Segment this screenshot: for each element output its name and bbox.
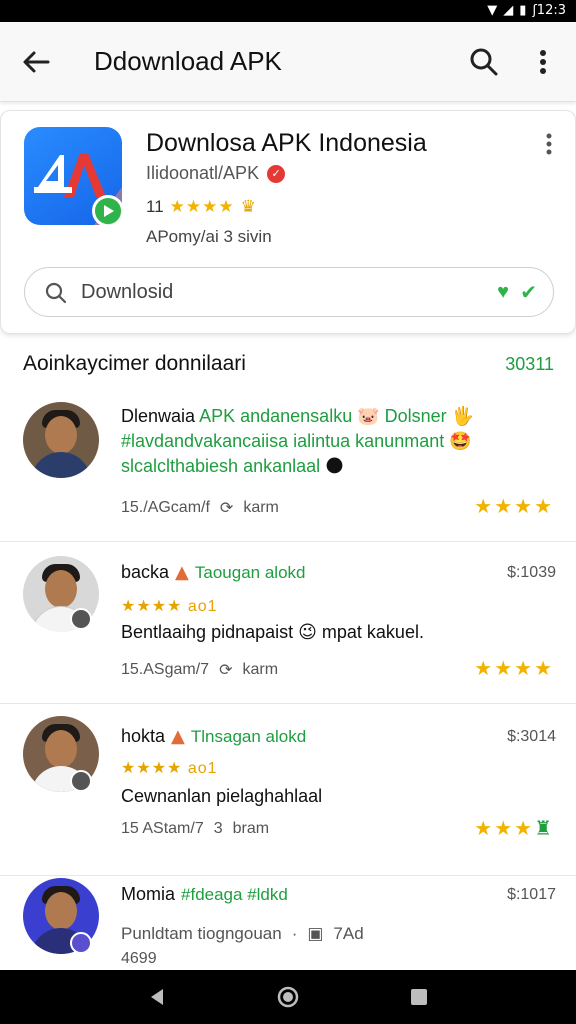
rating-value: 11 xyxy=(146,197,164,216)
review-sub: ★★★★ ao1 xyxy=(121,760,218,777)
review-date: 15.ASgam/7 xyxy=(121,661,210,678)
review-date: 15 AStam/7 xyxy=(121,820,204,837)
reviewer-name: hokta ▲ Tlnsagan alokd xyxy=(121,726,307,747)
developer-name: Ilidoonatl/APK xyxy=(146,163,260,183)
app-card[interactable]: Downlosa APK Indonesia Ilidoonatl/APK ✓ … xyxy=(0,110,576,334)
review-price: $:1017 xyxy=(507,886,556,903)
review-text: Punldtam tiogngouan xyxy=(121,924,282,943)
battery-icon: ▮ xyxy=(519,3,527,18)
app-rating: 11 ★★★★ ♛ xyxy=(146,197,256,217)
page-title: Ddownload APK xyxy=(94,46,282,76)
signal-icon: ◢ xyxy=(503,3,514,18)
reply-label[interactable]: bram xyxy=(233,820,269,838)
reply-icon[interactable]: 3 xyxy=(214,820,223,838)
review-item[interactable]: Dlenwaia APK andanensalku 🐷 Dolsner 🖐 #l… xyxy=(0,392,576,542)
more-vert-icon[interactable] xyxy=(528,44,558,80)
app-meta: APomy/ai 3 sivin xyxy=(146,227,272,246)
review-text: Dlenwaia APK andanensalku 🐷 Dolsner 🖐 #l… xyxy=(121,404,561,479)
section-title: Aoinkaycimer donnilaari xyxy=(23,352,246,375)
home-nav-icon[interactable] xyxy=(277,986,299,1008)
badge-icon xyxy=(70,770,92,792)
review-item[interactable]: hokta ▲ Tlnsagan alokd $:3014 ★★★★ ao1 C… xyxy=(0,704,576,876)
review-meta: 15.ASgam/7 ⟳ karm xyxy=(121,660,278,680)
reply-label[interactable]: karm xyxy=(243,499,279,517)
search-icon xyxy=(45,282,67,304)
arrow-left-icon[interactable] xyxy=(18,44,54,80)
avatar[interactable] xyxy=(23,402,99,478)
section-count[interactable]: 30311 xyxy=(505,354,554,375)
check-icon[interactable]: ✔ xyxy=(520,280,537,305)
review-line-2: #lavdandvakancaiisa ialintua kanunmant 🤩 xyxy=(121,431,472,451)
crown-icon: ♛ xyxy=(240,197,256,217)
review-line-3: slcalclthabiesh ankanlaal 🌑 xyxy=(121,456,344,477)
review-price: $:1039 xyxy=(507,564,556,581)
review-number: 4699 xyxy=(121,950,157,967)
heart-check-icon[interactable]: ♥ xyxy=(497,281,509,304)
app-bar: Ddownload APK xyxy=(0,22,576,102)
review-meta: 15./AGcam/f ⟳ karm xyxy=(121,498,279,518)
clock: ʃ12:3 xyxy=(532,3,566,18)
app-name: Downlosa APK Indonesia xyxy=(146,129,427,157)
review-meta: 15 AStam/7 3 bram xyxy=(121,820,269,838)
review-line-1: Dlenwaia APK andanensalku 🐷 Dolsner 🖐 xyxy=(121,406,475,426)
status-icons: ▼ ◢ ▮ ʃ12:3 xyxy=(487,3,566,18)
trophy-icon: ♜ xyxy=(534,818,554,840)
badge-icon xyxy=(70,608,92,630)
reviewer-name: backa ▲ Taougan alokd xyxy=(121,562,306,583)
calendar-icon: ▣ xyxy=(307,924,324,943)
review-meta: Punldtam tiogngouan · ▣ 7Ad xyxy=(121,924,364,943)
reply-label[interactable]: karm xyxy=(242,661,278,679)
app-logo[interactable] xyxy=(24,127,122,225)
reviewer-name: Momia #fdeaga #ldkd xyxy=(121,884,288,904)
search-text: Downlosid xyxy=(81,281,174,303)
search-input[interactable]: Downlosid ♥ ✔ xyxy=(24,267,554,317)
recents-nav-icon[interactable] xyxy=(408,986,430,1008)
reply-icon[interactable]: ⟳ xyxy=(219,660,232,680)
fire-icon: ▲ xyxy=(171,726,185,747)
review-stars: ★★★★ xyxy=(474,496,554,518)
review-stars: ★★★♜ xyxy=(474,818,554,840)
rating-stars-icon: ★★★★ xyxy=(169,197,235,216)
wifi-icon: ▼ xyxy=(487,3,498,18)
verified-icon: ✓ xyxy=(267,164,286,183)
badge-icon xyxy=(70,932,92,954)
system-nav-bar xyxy=(0,970,576,1024)
review-text: Bentlaaihg pidnapaist 😉 mpat kakuel. xyxy=(121,622,424,642)
reply-icon[interactable]: ⟳ xyxy=(220,498,233,518)
app-developer: Ilidoonatl/APK ✓ xyxy=(146,163,286,184)
review-price: $:3014 xyxy=(507,728,556,745)
play-badge-icon xyxy=(92,195,122,225)
review-stars: ★★★★ xyxy=(474,658,554,680)
review-sub: ★★★★ ao1 xyxy=(121,598,218,615)
emoji-icon: 🌑 xyxy=(325,456,344,477)
back-nav-icon[interactable] xyxy=(146,986,168,1008)
more-vert-icon[interactable] xyxy=(537,129,561,159)
search-icon[interactable] xyxy=(466,44,502,80)
review-item[interactable]: backa ▲ Taougan alokd $:1039 ★★★★ ao1 Be… xyxy=(0,542,576,704)
fire-icon: ▲ xyxy=(175,562,189,583)
review-item[interactable]: Momia #fdeaga #ldkd $:1017 Punldtam tiog… xyxy=(0,876,576,970)
review-text: Cewnanlan pielaghahlaal xyxy=(121,786,323,806)
review-date: 15./AGcam/f xyxy=(121,499,210,516)
status-bar: ▼ ◢ ▮ ʃ12:3 xyxy=(0,0,576,22)
review-extra: 7Ad xyxy=(333,924,364,943)
